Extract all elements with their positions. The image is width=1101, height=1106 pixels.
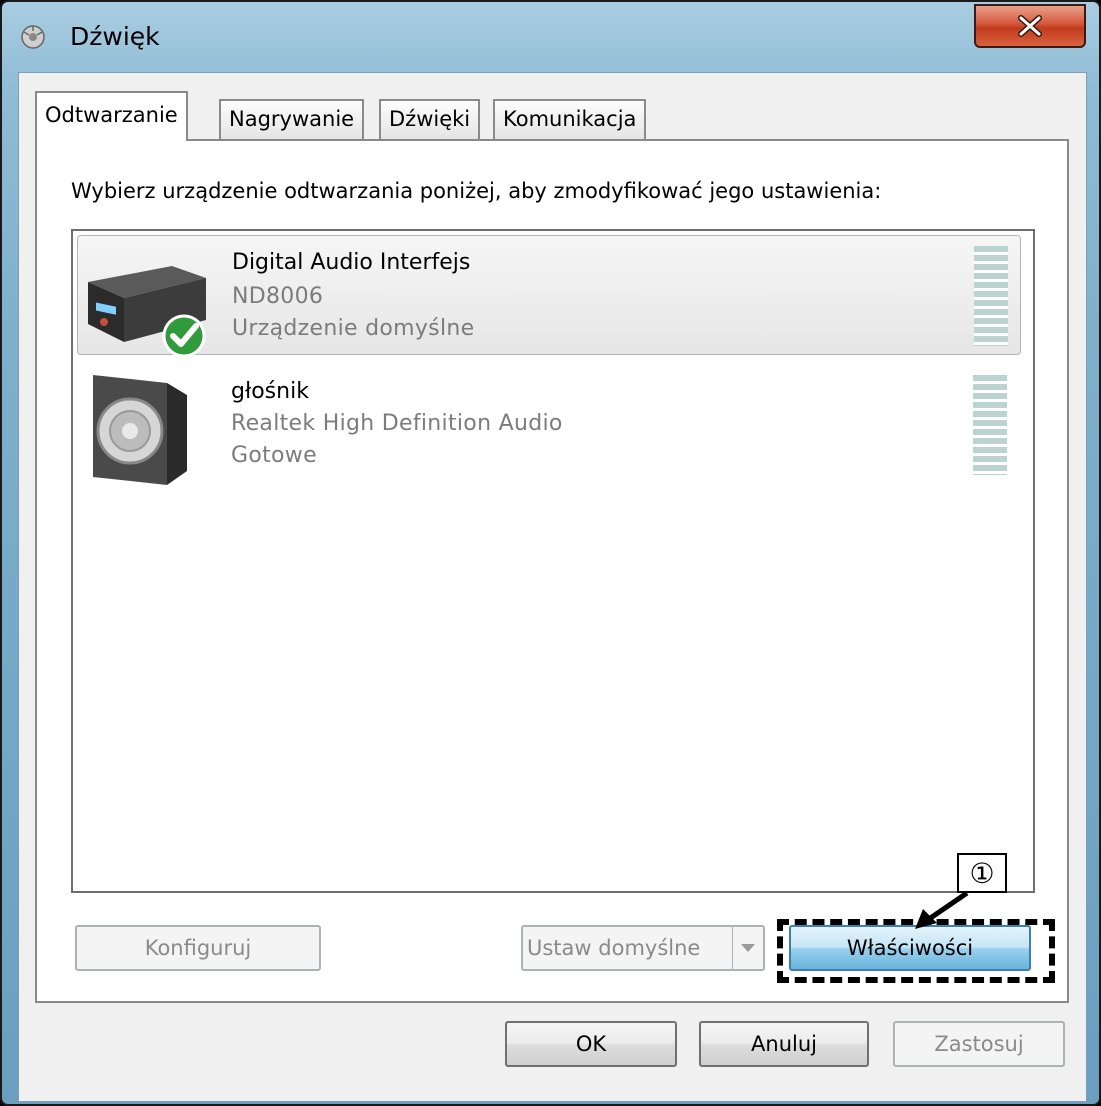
title-bar[interactable]: Dźwięk	[2, 2, 1099, 72]
ok-button-label: OK	[575, 1032, 607, 1056]
sound-app-icon	[21, 25, 45, 49]
tab-recording[interactable]: Nagrywanie	[219, 99, 365, 139]
volume-level-meter	[973, 375, 1007, 475]
list-item-device-digital-audio[interactable]: Digital Audio Interfejs ND8006 Urządzeni…	[77, 235, 1021, 358]
receiver-icon	[88, 266, 206, 358]
properties-button[interactable]: Właściwości	[789, 925, 1031, 971]
sound-dialog-window: Dźwięk Odtwarzanie Nagrywanie Dźwięki Ko…	[0, 0, 1101, 1106]
tab-playback[interactable]: Odtwarzanie	[35, 91, 188, 141]
callout-number: ①	[957, 853, 1007, 893]
device-detail: Realtek High Definition Audio	[231, 411, 563, 436]
callout-arrow-icon	[915, 890, 969, 929]
set-default-dropdown[interactable]	[732, 927, 763, 969]
close-button[interactable]	[974, 4, 1086, 48]
set-default-button-label: Ustaw domyślne	[527, 936, 701, 960]
window-title: Dźwięk	[70, 22, 160, 51]
apply-button[interactable]: Zastosuj	[893, 1021, 1065, 1067]
ok-button[interactable]: OK	[505, 1021, 677, 1067]
device-name: głośnik	[231, 379, 309, 404]
configure-button-label: Konfiguruj	[144, 936, 252, 960]
device-status: Urządzenie domyślne	[232, 316, 475, 341]
playback-panel: Wybierz urządzenie odtwarzania poniżej, …	[35, 139, 1069, 1003]
device-name: Digital Audio Interfejs	[232, 250, 471, 275]
set-default-button[interactable]: Ustaw domyślne	[521, 925, 765, 971]
close-icon	[1018, 15, 1042, 37]
device-detail: ND8006	[232, 284, 324, 309]
chevron-down-icon	[741, 944, 755, 952]
device-status: Gotowe	[231, 443, 317, 468]
tab-sounds[interactable]: Dźwięki	[379, 99, 481, 139]
instruction-text: Wybierz urządzenie odtwarzania poniżej, …	[71, 179, 882, 203]
volume-level-meter	[974, 246, 1008, 346]
speaker-icon	[93, 375, 187, 485]
cancel-button[interactable]: Anuluj	[699, 1021, 869, 1067]
properties-button-label: Właściwości	[846, 936, 974, 960]
device-list[interactable]: Digital Audio Interfejs ND8006 Urządzeni…	[71, 229, 1035, 893]
cancel-button-label: Anuluj	[751, 1032, 817, 1056]
list-item-device-speaker[interactable]: głośnik Realtek High Definition Audio Go…	[77, 365, 1021, 485]
tab-communications[interactable]: Komunikacja	[493, 99, 647, 139]
apply-button-label: Zastosuj	[934, 1032, 1024, 1056]
dialog-client-area: Odtwarzanie Nagrywanie Dźwięki Komunikac…	[18, 72, 1087, 1102]
configure-button[interactable]: Konfiguruj	[75, 925, 321, 971]
